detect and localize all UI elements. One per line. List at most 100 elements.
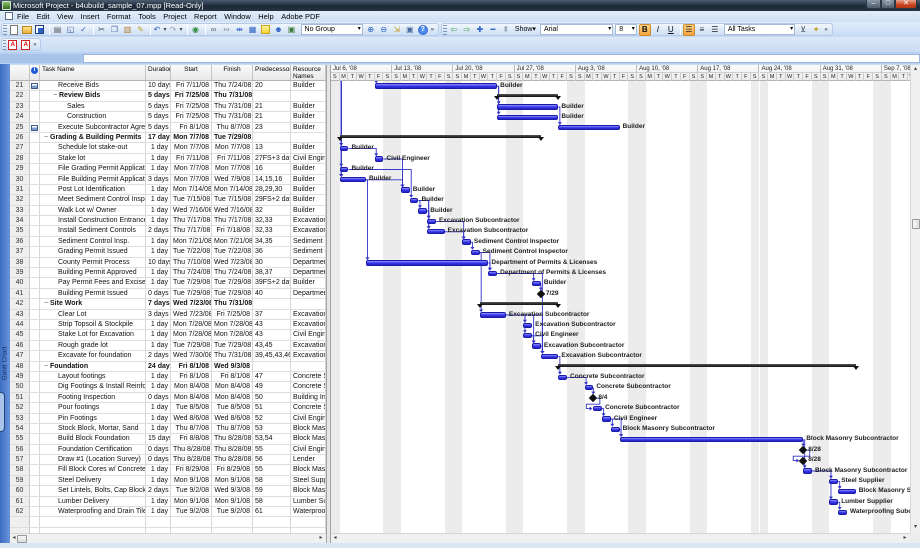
publish-icon[interactable]: ▣ — [286, 24, 298, 36]
indicator-cell[interactable] — [30, 81, 40, 92]
task-row[interactable]: 47 Excavate for foundation 2 days Wed 7/30/… — [10, 351, 326, 362]
task-bar[interactable] — [803, 468, 812, 474]
task-bar[interactable] — [610, 426, 620, 432]
row-number-cell[interactable]: 30 — [10, 174, 30, 185]
duration-cell[interactable]: 3 days — [146, 309, 171, 320]
resource-names-cell[interactable]: Builder — [291, 184, 326, 196]
duration-cell[interactable]: 1 day — [146, 164, 171, 175]
task-bar[interactable] — [558, 125, 620, 131]
predecessors-cell[interactable]: 53,54 — [253, 434, 291, 445]
predecessors-cell[interactable]: 28,29,30 — [253, 184, 291, 196]
start-cell[interactable]: Fri 7/25/08 — [171, 91, 212, 102]
task-row[interactable]: 29 File Grading Permit Application 1 day Mo… — [10, 164, 326, 175]
resource-names-cell[interactable]: Excavation Subcontractor — [291, 216, 326, 227]
task-row[interactable]: 23 Sales 5 days Fri 7/25/08 Thu 7/31/08 21 Bui… — [10, 101, 326, 113]
finish-cell[interactable]: Thu 7/31/08 — [212, 299, 253, 310]
resource-names-cell[interactable] — [291, 361, 326, 372]
task-name-cell[interactable]: Rough grade lot — [40, 340, 146, 352]
row-number-cell[interactable]: 62 — [10, 507, 30, 518]
start-cell[interactable]: Mon 7/7/08 — [171, 174, 212, 185]
row-number-cell[interactable]: 36 — [10, 236, 30, 248]
task-row[interactable]: 27 Schedule lot stake-out 1 day Mon 7/7/08 M… — [10, 143, 326, 154]
empty-cell[interactable] — [291, 517, 326, 528]
task-name-cell[interactable]: Schedule lot stake-out — [40, 143, 146, 154]
zoom-out-icon[interactable]: ⊖ — [378, 24, 390, 36]
indicator-cell[interactable] — [30, 496, 40, 508]
gantt-horizontal-scrollbar[interactable]: ◂ ▸ — [331, 533, 910, 543]
task-name-cell[interactable]: Strip Topsoil & Stockpile — [40, 319, 146, 331]
dependency-link[interactable] — [496, 85, 501, 115]
task-name-cell[interactable]: Sales — [40, 101, 146, 113]
resource-names-cell[interactable]: Block Masonry Subcontractor — [291, 423, 326, 435]
row-number-cell[interactable]: 49 — [10, 371, 30, 383]
task-name-cell[interactable]: Foundation Certification — [40, 444, 146, 456]
underline-icon[interactable]: U — [665, 24, 677, 36]
duration-cell[interactable]: 1 day — [146, 236, 171, 248]
predecessors-cell[interactable]: 14,15,16 — [253, 174, 291, 185]
duration-cell[interactable]: 2 days — [146, 226, 171, 237]
font-size-select[interactable]: 8 ▾ — [615, 24, 637, 35]
finish-cell[interactable]: Tue 9/2/08 — [212, 507, 253, 518]
undo-icon[interactable]: ↶ — [153, 24, 162, 36]
task-bar[interactable] — [540, 353, 559, 360]
task-bar[interactable] — [829, 478, 839, 484]
duration-cell[interactable]: 1 day — [146, 423, 171, 435]
indicator-cell[interactable] — [30, 216, 40, 227]
finish-cell[interactable]: Tue 7/29/08 — [212, 278, 253, 289]
task-name-cell[interactable]: Build Block Foundation — [40, 434, 146, 445]
bold-icon[interactable]: B — [638, 23, 651, 36]
row-number-cell[interactable]: 35 — [10, 226, 30, 237]
resource-names-cell[interactable]: Civil Engineer — [291, 444, 326, 456]
task-information-icon[interactable]: ▦ — [247, 24, 259, 36]
finish-cell[interactable]: Fri 7/25/08 — [212, 309, 253, 320]
indicator-cell[interactable] — [30, 122, 40, 133]
indent-icon[interactable]: ⇨ — [461, 24, 473, 36]
indicators-header[interactable]: i — [30, 65, 40, 80]
finish-cell[interactable]: Wed 7/9/08 — [212, 174, 253, 185]
duration-cell[interactable]: 5 days — [146, 91, 171, 102]
duration-cell[interactable]: 5 days — [146, 112, 171, 123]
task-name-cell[interactable]: Excavate for foundation — [40, 351, 146, 362]
scroll-left-icon[interactable]: ◂ — [332, 534, 338, 542]
duration-cell[interactable]: 1 day — [146, 319, 171, 331]
size-grip[interactable] — [910, 533, 920, 543]
resource-names-cell[interactable]: Sediment Control Inspector — [291, 236, 326, 248]
scroll-to-task-icon[interactable]: ⇲ — [391, 24, 403, 36]
task-row[interactable]: 39 Building Permit Approved 1 day Thu 7/24/… — [10, 268, 326, 279]
task-notes-icon[interactable] — [260, 24, 272, 36]
task-bar[interactable] — [365, 260, 489, 266]
duration-cell[interactable]: 24 days — [146, 361, 171, 372]
task-bar[interactable] — [339, 177, 366, 183]
resource-names-cell[interactable]: Department of Permits & Licenses — [291, 257, 326, 269]
predecessors-cell[interactable]: 43 — [253, 319, 291, 331]
task-bar[interactable] — [584, 385, 594, 391]
start-cell[interactable]: Fri 7/25/08 — [171, 112, 212, 123]
indicator-cell[interactable] — [30, 257, 40, 269]
resource-names-cell[interactable]: Steel Supplier — [291, 475, 326, 487]
resource-names-cell[interactable]: Builder — [291, 195, 326, 206]
task-bar[interactable] — [829, 499, 839, 505]
empty-row[interactable] — [10, 517, 326, 528]
task-name-cell[interactable]: Lumber Delivery — [40, 496, 146, 508]
summary-bar[interactable] — [476, 301, 562, 308]
row-number-cell[interactable]: 29 — [10, 164, 30, 175]
align-left-icon[interactable]: ☰ — [682, 23, 695, 36]
start-cell[interactable]: Tue 7/15/08 — [171, 195, 212, 206]
task-bar[interactable] — [619, 437, 804, 443]
duration-cell[interactable]: 2 days — [146, 351, 171, 362]
duration-cell[interactable]: 1 day — [146, 216, 171, 227]
indicator-cell[interactable] — [30, 403, 40, 414]
resource-names-cell[interactable]: Block Masonry Subcontractor — [291, 465, 326, 476]
show-menu-button[interactable]: Show▾ — [513, 24, 538, 36]
finish-cell[interactable]: Mon 7/7/08 — [212, 143, 253, 154]
task-name-cell[interactable]: Meet Sediment Control Inspector — [40, 195, 146, 206]
duration-cell[interactable]: 1 day — [146, 278, 171, 289]
predecessors-cell[interactable]: 47 — [253, 371, 291, 383]
row-number-cell[interactable]: 48 — [10, 361, 30, 372]
task-bar[interactable] — [374, 83, 498, 89]
resource-names-cell[interactable]: Block Masonry Subcontractor — [291, 434, 326, 445]
scroll-thumb[interactable] — [17, 535, 27, 543]
resource-names-header[interactable]: Resource Names — [291, 65, 326, 80]
toolbar-grip[interactable] — [3, 39, 6, 50]
scroll-down-icon[interactable]: ▾ — [911, 523, 920, 531]
